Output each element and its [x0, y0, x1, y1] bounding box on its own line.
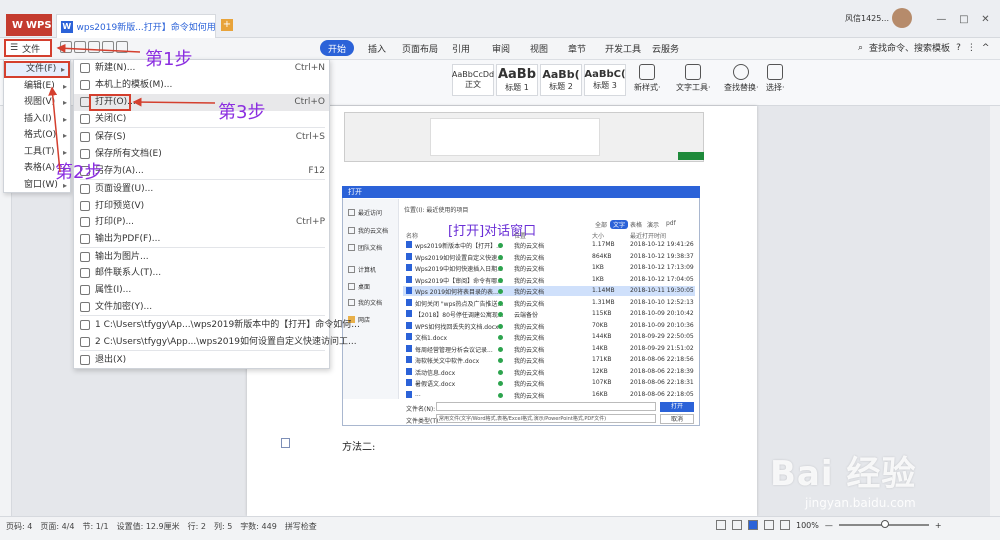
status-column: 列: 5	[213, 522, 233, 531]
reading-view-icon[interactable]	[764, 520, 774, 530]
web-view-icon[interactable]	[780, 520, 790, 530]
step1-arrow	[56, 43, 141, 53]
zoom-out-icon[interactable]: —	[825, 521, 833, 530]
view-mode-icon[interactable]	[716, 520, 726, 530]
status-pages: 页面: 4/4	[40, 522, 75, 531]
status-page: 页码: 4	[6, 522, 33, 531]
zoom-in-icon[interactable]: +	[935, 521, 942, 530]
baidu-watermark-logo: Bai 经验	[770, 454, 917, 494]
page-view-icon[interactable]	[748, 520, 758, 530]
step3-arrow	[132, 97, 216, 107]
zoom-slider-knob[interactable]	[880, 520, 889, 528]
status-word-count[interactable]: 字数: 449	[240, 521, 277, 532]
step2-arrow	[48, 86, 61, 173]
status-position: 设置值: 12.9厘米	[116, 522, 180, 531]
status-section: 节: 1/1	[82, 522, 109, 531]
baidu-watermark-url: jingyan.baidu.com	[805, 496, 916, 510]
zoom-slider[interactable]	[838, 520, 929, 528]
outline-view-icon[interactable]	[732, 520, 742, 530]
status-info: 页码: 4 页面: 4/4 节: 1/1 设置值: 12.9厘米 行: 2 列:…	[6, 521, 317, 532]
spell-check-button[interactable]: 拼写检查	[285, 521, 317, 532]
zoom-level[interactable]: 100%	[796, 521, 819, 530]
status-view-controls: 100% — +	[716, 520, 942, 530]
status-line: 行: 2	[187, 522, 206, 531]
